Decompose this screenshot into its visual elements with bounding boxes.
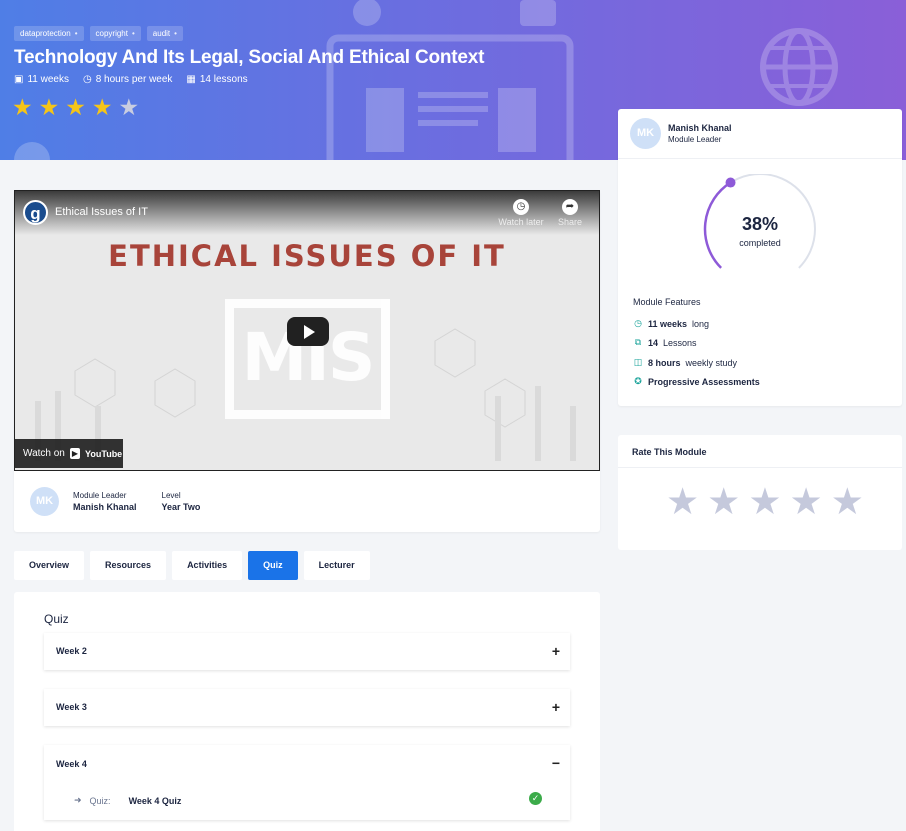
feature-item: ✪ Progressive Assessments: [634, 376, 760, 387]
watch-later-button[interactable]: ◷ Watch later: [496, 199, 546, 227]
page-title: Technology And Its Legal, Social And Eth…: [14, 47, 485, 68]
accordion-week-3[interactable]: Week 3 +: [44, 689, 570, 726]
feature-item: ◫ 8 hours weekly study: [633, 357, 738, 368]
copy-icon: ⧉: [634, 337, 642, 347]
tag-chip[interactable]: dataprotection •: [14, 26, 84, 41]
video-banner-text: ETHICAL ISSUES OF IT: [108, 239, 506, 273]
star-icon[interactable]: ★: [831, 483, 864, 521]
tab-overview[interactable]: Overview: [14, 551, 85, 580]
meta-lessons: 14 lessons: [199, 74, 248, 85]
video-player[interactable]: g Ethical Issues of IT ◷ Watch later ➦ Sha…: [14, 190, 600, 471]
book-icon: ◫: [633, 357, 643, 367]
star-icon: ★: [65, 94, 86, 120]
quiz-panel: Quiz Week 2 + Week 3 + Week 4 − ➜ Quiz: …: [14, 592, 600, 831]
rate-title: Rate This Module: [618, 435, 902, 468]
level-value: Year Two: [161, 502, 201, 512]
quiz-heading: Quiz: [44, 612, 69, 626]
video-title[interactable]: Ethical Issues of IT: [55, 206, 148, 218]
level-label: Level: [161, 491, 181, 500]
module-meta: ▣ 11 weeks ◷ 8 hours per week ▦ 14 lessons: [14, 74, 248, 85]
tab-resources[interactable]: Resources: [90, 551, 167, 580]
share-button[interactable]: ➦ Share: [545, 199, 595, 227]
features-title: Module Features: [633, 297, 701, 307]
youtube-icon: ▶: [69, 448, 81, 459]
avatar: MK: [630, 118, 661, 149]
star-icon[interactable]: ★: [707, 483, 740, 521]
tag-chip[interactable]: copyright •: [89, 26, 141, 41]
accordion-week-2[interactable]: Week 2 +: [44, 633, 570, 670]
tab-activities[interactable]: Activities: [172, 551, 243, 580]
tag-list: dataprotection • copyright • audit •: [14, 26, 183, 41]
play-button[interactable]: [287, 317, 329, 346]
leader-role: Module Leader: [668, 135, 722, 144]
clock-icon: ◷: [82, 74, 92, 85]
module-tabs: Overview Resources Activities Quiz Lectu…: [14, 551, 370, 580]
meta-weeks: 11 weeks: [27, 74, 69, 85]
star-icon[interactable]: ★: [790, 483, 823, 521]
module-progress-card: MK Manish Khanal Module Leader 38% compl…: [618, 109, 902, 406]
minus-icon[interactable]: −: [552, 755, 560, 771]
award-icon: ✪: [634, 376, 642, 386]
quiz-item-icon: ➜: [74, 795, 82, 805]
progress-ring: 38% completed: [702, 173, 818, 279]
book-icon: ▦: [186, 74, 196, 85]
feature-item: ◷ 11 weeks long: [634, 318, 710, 329]
plus-icon[interactable]: +: [552, 699, 560, 715]
module-rating: ★ ★ ★ ★ ★: [12, 94, 139, 120]
star-icon: ★: [12, 94, 33, 120]
tab-lecturer[interactable]: Lecturer: [303, 551, 370, 580]
share-icon: ➦: [562, 199, 578, 215]
star-icon: ★: [91, 94, 113, 120]
quiz-item[interactable]: ➜ Quiz: Week 4 Quiz: [74, 795, 544, 806]
star-icon: ★: [38, 94, 60, 120]
star-icon[interactable]: ★: [748, 483, 781, 521]
clock-icon: ◷: [513, 199, 529, 215]
star-icon[interactable]: ★: [666, 483, 699, 521]
feature-item: ⧉ 14 Lessons: [634, 337, 697, 348]
module-leader-row: MK Module Leader Manish Khanal Level Yea…: [30, 487, 200, 516]
quiz-item-link[interactable]: Week 4 Quiz: [129, 796, 182, 806]
watch-on-youtube-button[interactable]: Watch on ▶ YouTube: [15, 439, 123, 468]
meta-hours: 8 hours per week: [95, 74, 173, 85]
check-icon: ✓: [529, 792, 542, 805]
calendar-icon: ▣: [14, 74, 24, 85]
clock-icon: ◷: [634, 318, 642, 328]
progress-percent: 38%: [741, 214, 779, 234]
leader-label: Module Leader: [73, 491, 127, 500]
leader-name: Manish Khanal: [73, 502, 137, 512]
tab-quiz[interactable]: Quiz: [248, 551, 298, 580]
channel-logo[interactable]: g: [23, 200, 48, 225]
rate-module-card: Rate This Module ★ ★ ★ ★ ★: [618, 435, 902, 550]
leader-name: Manish Khanal: [668, 123, 732, 133]
star-icon: ★: [118, 94, 140, 120]
avatar: MK: [30, 487, 59, 516]
progress-caption: completed: [739, 238, 781, 248]
tag-chip[interactable]: audit •: [146, 26, 183, 41]
plus-icon[interactable]: +: [552, 643, 560, 659]
rating-input: ★ ★ ★ ★ ★: [666, 483, 864, 521]
accordion-week-4[interactable]: Week 4 − ➜ Quiz: Week 4 Quiz ✓: [44, 745, 570, 820]
video-card: g Ethical Issues of IT ◷ Watch later ➦ Sha…: [14, 190, 600, 532]
